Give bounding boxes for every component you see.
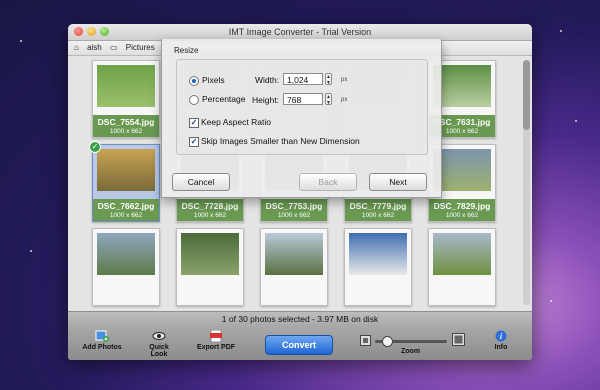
star bbox=[30, 250, 32, 252]
photo-thumbnail bbox=[349, 233, 407, 275]
photo-caption: DSC_7554.jpg 1000 x 662 bbox=[93, 115, 159, 137]
height-field[interactable]: 768 bbox=[283, 93, 323, 105]
zoom-window-button[interactable] bbox=[100, 27, 109, 36]
folder-icon: ▭ bbox=[110, 43, 118, 52]
photo-filename: DSC_7662.jpg bbox=[97, 201, 155, 211]
pixels-label: Pixels bbox=[202, 75, 225, 85]
breadcrumb-pictures[interactable]: Pictures bbox=[126, 43, 155, 52]
zoom-out-icon[interactable] bbox=[360, 335, 371, 346]
export-pdf-button[interactable]: Export PDF bbox=[195, 330, 237, 351]
photo-caption: DSC_7829.jpg 1000 x 662 bbox=[429, 199, 495, 221]
photo-dimensions: 1000 x 662 bbox=[277, 212, 311, 219]
photo-cell[interactable]: DSC_7662.jpg 1000 x 662 ✓ bbox=[89, 141, 160, 222]
selected-check-icon: ✓ bbox=[89, 141, 101, 153]
add-photos-icon bbox=[95, 330, 109, 342]
star bbox=[20, 40, 22, 42]
percentage-radio[interactable] bbox=[189, 95, 199, 105]
dialog-title: Resize bbox=[174, 46, 199, 55]
width-label: Width: bbox=[255, 75, 280, 85]
photo-thumbnail bbox=[97, 65, 155, 107]
photo-dimensions: 1000 x 662 bbox=[193, 212, 227, 219]
convert-button[interactable]: Convert bbox=[265, 335, 333, 355]
photo-thumbnail bbox=[97, 149, 155, 191]
info-icon: i bbox=[495, 330, 507, 342]
photo-cell[interactable] bbox=[428, 228, 496, 306]
photo-filename: DSC_7753.jpg bbox=[265, 201, 323, 211]
photo-cell[interactable] bbox=[260, 228, 328, 306]
resize-dialog: Resize Pixels Percentage Width: 1,024 ▲ ▼… bbox=[161, 39, 442, 198]
keep-aspect-label: Keep Aspect Ratio bbox=[201, 117, 271, 127]
photo-thumbnail bbox=[265, 233, 323, 275]
photo-filename: DSC_7829.jpg bbox=[433, 201, 491, 211]
skip-smaller-checkbox[interactable]: ✓ bbox=[189, 137, 199, 147]
selection-status: 1 of 30 photos selected - 3.97 MB on dis… bbox=[221, 314, 379, 324]
photo-cell[interactable] bbox=[344, 228, 412, 306]
bottom-toolbar: Add Photos Quick Look Export PDF Convert… bbox=[68, 326, 532, 360]
height-label: Height: bbox=[252, 95, 279, 105]
photo-thumbnail bbox=[433, 233, 491, 275]
keep-aspect-checkbox[interactable]: ✓ bbox=[189, 118, 199, 128]
photo-filename: DSC_7779.jpg bbox=[349, 201, 407, 211]
height-unit: px bbox=[341, 97, 348, 103]
photo-caption: DSC_7753.jpg 1000 x 662 bbox=[261, 199, 327, 221]
skip-smaller-label: Skip Images Smaller than New Dimension bbox=[201, 136, 360, 146]
resize-options-group: Pixels Percentage Width: 1,024 ▲ ▼ px Hei… bbox=[176, 59, 428, 155]
photo-caption: DSC_7662.jpg 1000 x 662 bbox=[93, 199, 159, 221]
home-icon: ⌂ bbox=[74, 43, 79, 52]
star bbox=[560, 30, 562, 32]
photo-dimensions: 1000 x 662 bbox=[109, 128, 143, 135]
photo-thumbnail bbox=[181, 233, 239, 275]
pixels-radio[interactable] bbox=[189, 76, 199, 86]
app-window: IMT Image Converter - Trial Version ⌂ ai… bbox=[68, 24, 532, 360]
close-window-button[interactable] bbox=[74, 27, 83, 36]
width-stepper[interactable]: ▲ ▼ bbox=[325, 73, 332, 86]
zoom-slider-knob[interactable] bbox=[382, 336, 393, 347]
add-photos-button[interactable]: Add Photos bbox=[82, 330, 122, 351]
status-bar: 1 of 30 photos selected - 3.97 MB on dis… bbox=[68, 311, 532, 326]
eye-icon bbox=[152, 332, 166, 340]
add-photos-label: Add Photos bbox=[82, 344, 122, 351]
photo-dimensions: 1000 x 662 bbox=[445, 212, 479, 219]
cancel-button[interactable]: Cancel bbox=[172, 173, 230, 191]
width-field[interactable]: 1,024 bbox=[283, 73, 323, 85]
star bbox=[550, 300, 552, 302]
width-unit: px bbox=[341, 77, 348, 83]
photo-dimensions: 1000 x 662 bbox=[361, 212, 395, 219]
photo-filename: DSC_7728.jpg bbox=[181, 201, 239, 211]
height-stepper[interactable]: ▲ ▼ bbox=[325, 93, 332, 106]
zoom-label: Zoom bbox=[401, 348, 421, 355]
pdf-icon bbox=[210, 330, 222, 342]
export-pdf-label: Export PDF bbox=[196, 344, 236, 351]
photo-cell[interactable] bbox=[92, 228, 160, 306]
photo-caption: DSC_7728.jpg 1000 x 662 bbox=[177, 199, 243, 221]
quick-look-label: Quick Look bbox=[149, 344, 169, 358]
breadcrumb-home[interactable]: aish bbox=[87, 43, 102, 52]
info-label: Info bbox=[494, 344, 508, 351]
window-title: IMT Image Converter - Trial Version bbox=[228, 27, 372, 37]
percentage-label: Percentage bbox=[202, 94, 246, 104]
photo-caption: DSC_7779.jpg 1000 x 662 bbox=[345, 199, 411, 221]
info-button[interactable]: i Info bbox=[489, 330, 513, 351]
star bbox=[575, 120, 577, 122]
photo-cell[interactable]: DSC_7554.jpg 1000 x 662 bbox=[92, 60, 160, 138]
photo-dimensions: 1000 x 662 bbox=[109, 212, 143, 219]
back-button[interactable]: Back bbox=[299, 173, 357, 191]
minimize-window-button[interactable] bbox=[87, 27, 96, 36]
photo-filename: DSC_7554.jpg bbox=[97, 117, 155, 127]
photo-cell[interactable] bbox=[176, 228, 244, 306]
next-button[interactable]: Next bbox=[369, 173, 427, 191]
quick-look-button[interactable]: Quick Look bbox=[140, 330, 178, 358]
zoom-in-icon[interactable] bbox=[452, 333, 465, 346]
photo-thumbnail bbox=[97, 233, 155, 275]
grid-scrollbar-thumb[interactable] bbox=[523, 60, 530, 130]
